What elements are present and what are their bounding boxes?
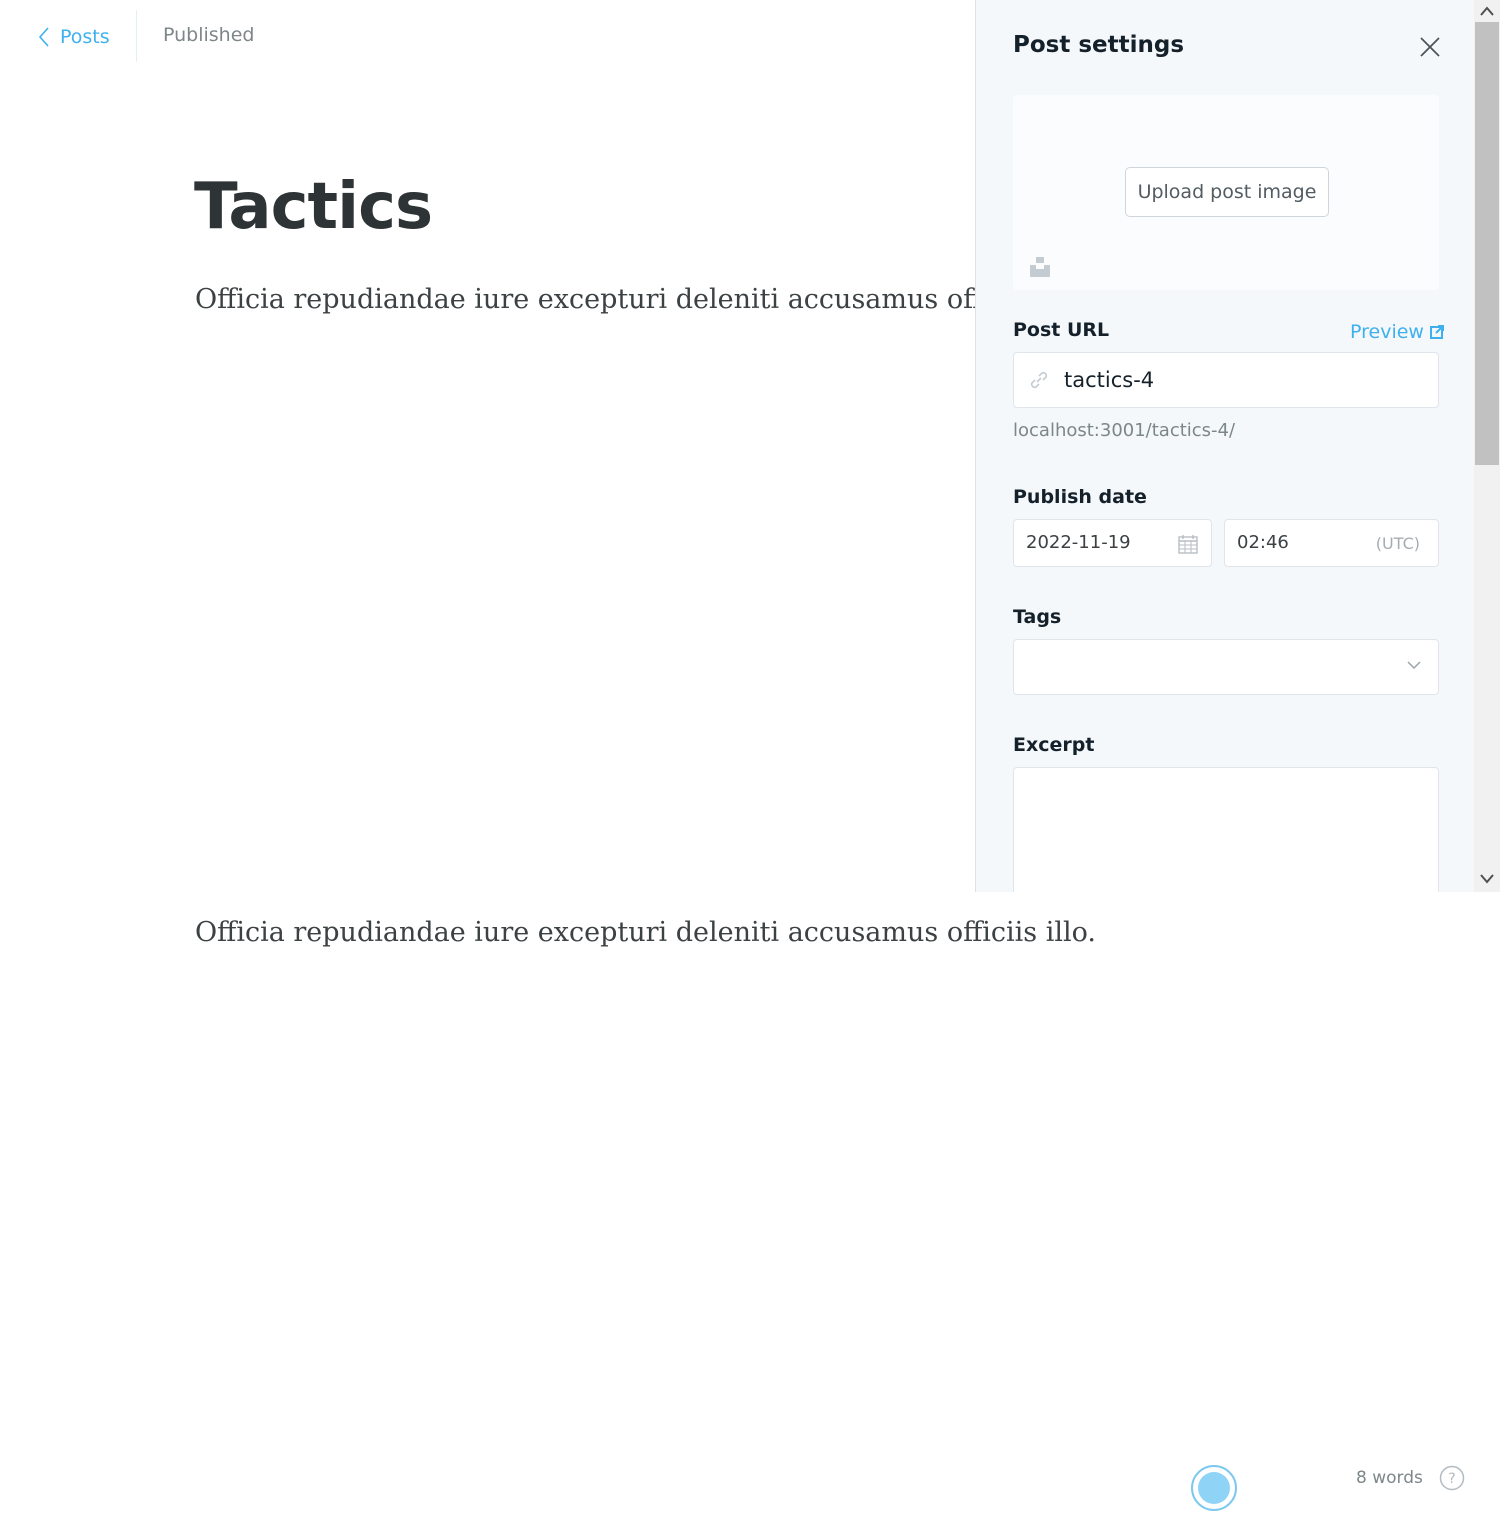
publish-date-value: 2022-11-19 — [1026, 532, 1131, 553]
chevron-left-icon — [38, 27, 49, 47]
settings-scrollbar[interactable] — [1474, 0, 1500, 892]
tags-label: Tags — [1013, 606, 1062, 628]
scrollbar-thumb[interactable] — [1475, 22, 1499, 465]
scroll-up-icon[interactable] — [1479, 4, 1495, 18]
publish-time-input[interactable]: 02:46 (UTC) — [1224, 519, 1439, 567]
svg-text:?: ? — [1448, 1471, 1455, 1487]
excerpt-textarea[interactable] — [1013, 767, 1439, 892]
back-link-label: Posts — [60, 26, 110, 48]
word-count: 8 words — [1356, 1468, 1423, 1488]
header-divider — [136, 10, 137, 62]
post-title[interactable]: Tactics — [194, 170, 433, 244]
scroll-down-icon[interactable] — [1479, 872, 1495, 886]
upload-post-image-button[interactable]: Upload post image — [1125, 167, 1329, 217]
close-icon — [1420, 37, 1440, 57]
preview-link[interactable]: Preview — [1350, 321, 1444, 343]
link-icon — [1030, 371, 1048, 389]
post-url-full: localhost:3001/tactics-4/ — [1013, 420, 1236, 441]
body-paragraph[interactable]: Officia repudiandae iure excepturi delen… — [195, 284, 1006, 315]
saving-indicator — [1191, 1465, 1237, 1511]
post-status: Published — [163, 24, 255, 46]
body-paragraph[interactable]: Officia repudiandae iure excepturi delen… — [195, 917, 1096, 948]
publish-time-value: 02:46 — [1237, 532, 1289, 553]
post-url-label: Post URL — [1013, 319, 1110, 341]
editor-header: Posts Published — [0, 0, 975, 72]
close-settings-button[interactable] — [1417, 34, 1443, 60]
help-icon: ? — [1439, 1465, 1465, 1491]
excerpt-label: Excerpt — [1013, 734, 1095, 756]
post-settings-panel: Post settings Upload post image Post URL… — [975, 0, 1500, 892]
post-url-input[interactable]: tactics-4 — [1013, 352, 1439, 408]
settings-title: Post settings — [1013, 32, 1185, 58]
publish-date-input[interactable]: 2022-11-19 — [1013, 519, 1212, 567]
help-button[interactable]: ? — [1439, 1465, 1465, 1491]
feature-image-dropzone[interactable]: Upload post image — [1013, 95, 1439, 290]
saving-indicator-dot — [1198, 1472, 1230, 1504]
preview-label: Preview — [1350, 321, 1424, 343]
timezone-label: (UTC) — [1375, 534, 1420, 553]
back-to-posts-link[interactable]: Posts — [38, 22, 110, 52]
chevron-down-icon — [1407, 661, 1421, 670]
tags-select[interactable] — [1013, 639, 1439, 695]
post-url-value: tactics-4 — [1064, 368, 1155, 392]
unsplash-icon[interactable] — [1029, 255, 1051, 281]
publish-date-label: Publish date — [1013, 486, 1147, 508]
calendar-icon — [1178, 535, 1198, 554]
external-link-icon — [1429, 325, 1444, 339]
